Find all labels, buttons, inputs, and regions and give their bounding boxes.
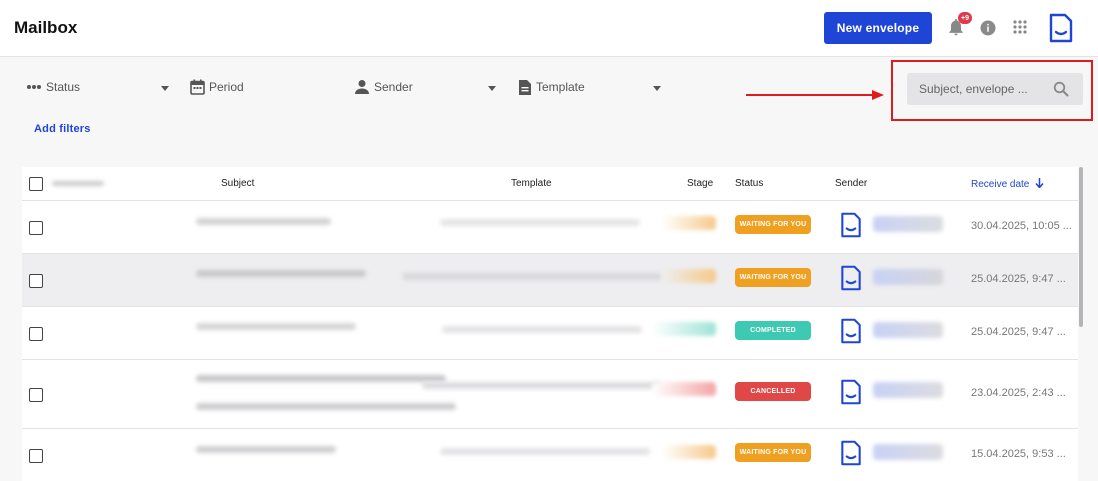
redacted-subject [196, 323, 356, 330]
redacted-template [440, 219, 640, 226]
column-subject[interactable]: Subject [221, 178, 254, 189]
stage-indicator [652, 322, 716, 336]
add-filters-link[interactable]: Add filters [34, 123, 91, 135]
row-checkbox[interactable] [29, 327, 43, 341]
sender-filter-label: Sender [374, 80, 413, 94]
table-row[interactable]: WAITING FOR YOU 15.04.2025, 9:53 ... [22, 429, 1078, 481]
redacted-sender [873, 322, 943, 338]
stage-indicator [652, 382, 716, 396]
document-logo-icon [841, 379, 861, 405]
redacted-subject [196, 270, 366, 277]
column-stage[interactable]: Stage [687, 178, 713, 189]
template-filter-label: Template [536, 80, 585, 94]
redacted-template [422, 382, 662, 389]
top-bar: Mailbox New envelope +9 [0, 0, 1098, 57]
table-row[interactable]: COMPLETED 25.04.2025, 9:47 ... [22, 307, 1078, 360]
sender-filter[interactable]: Sender [354, 77, 413, 97]
receive-date: 23.04.2025, 2:43 ... [971, 387, 1066, 399]
search-input[interactable] [919, 73, 1049, 105]
document-logo-icon[interactable] [1049, 13, 1073, 43]
row-checkbox[interactable] [29, 388, 43, 402]
row-checkbox[interactable] [29, 449, 43, 463]
table-row[interactable]: CANCELLED 23.04.2025, 2:43 ... [22, 360, 1078, 429]
column-template[interactable]: Template [511, 178, 552, 189]
row-checkbox[interactable] [29, 274, 43, 288]
table-row[interactable]: WAITING FOR YOU 25.04.2025, 9:47 ... [22, 254, 1078, 307]
stage-indicator [662, 216, 716, 230]
notification-badge: +9 [958, 12, 972, 24]
chevron-down-icon[interactable] [488, 86, 496, 91]
template-filter[interactable]: Template [518, 77, 585, 97]
redacted-template [442, 326, 642, 333]
file-icon [519, 79, 531, 95]
apps-grid-icon[interactable] [1012, 19, 1028, 35]
document-logo-icon [841, 440, 861, 466]
column-receive-date-label: Receive date [971, 179, 1030, 190]
status-badge: WAITING FOR YOU [735, 443, 811, 462]
column-receive-date[interactable]: Receive date [971, 178, 1044, 190]
status-filter[interactable]: Status [26, 77, 80, 97]
document-logo-icon [841, 265, 861, 291]
redacted-sender [873, 216, 943, 232]
table-scrollbar[interactable] [1079, 167, 1083, 327]
table-row[interactable]: WAITING FOR YOU 30.04.2025, 10:05 ... [22, 201, 1078, 254]
redacted-header [52, 181, 104, 186]
document-logo-icon [841, 212, 861, 238]
status-badge: COMPLETED [735, 321, 811, 340]
period-filter-label: Period [209, 80, 244, 94]
redacted-sender [873, 444, 943, 460]
table-header: Subject Template Stage Status Sender Rec… [22, 167, 1078, 201]
chevron-down-icon[interactable] [161, 86, 169, 91]
select-all-checkbox[interactable] [29, 177, 43, 191]
redacted-subject [196, 375, 446, 382]
status-badge: CANCELLED [735, 382, 811, 401]
redacted-sender [873, 269, 943, 285]
redacted-subject [196, 446, 336, 453]
redacted-subject [196, 403, 456, 410]
redacted-template [440, 448, 650, 455]
new-envelope-button[interactable]: New envelope [824, 12, 932, 44]
calendar-icon [190, 79, 205, 95]
period-filter[interactable]: Period [190, 77, 244, 97]
chevron-down-icon[interactable] [653, 86, 661, 91]
stage-indicator [662, 445, 716, 459]
column-status[interactable]: Status [735, 178, 763, 189]
page-title: Mailbox [14, 18, 78, 37]
dots-icon [27, 85, 41, 89]
search-icon[interactable] [1053, 81, 1069, 97]
stage-indicator [662, 269, 716, 283]
redacted-template [402, 273, 662, 280]
annotation-arrow [746, 90, 884, 100]
info-icon[interactable] [979, 19, 997, 37]
redacted-subject [196, 218, 331, 225]
document-logo-icon [841, 318, 861, 344]
receive-date: 15.04.2025, 9:53 ... [971, 448, 1066, 460]
row-checkbox[interactable] [29, 221, 43, 235]
sort-down-icon [1035, 178, 1044, 189]
envelopes-table: Subject Template Stage Status Sender Rec… [22, 167, 1078, 481]
receive-date: 25.04.2025, 9:47 ... [971, 326, 1066, 338]
redacted-sender [873, 382, 943, 398]
search-box[interactable] [907, 73, 1083, 105]
receive-date: 30.04.2025, 10:05 ... [971, 220, 1072, 232]
column-sender[interactable]: Sender [835, 178, 867, 189]
status-filter-label: Status [46, 80, 81, 94]
status-badge: WAITING FOR YOU [735, 215, 811, 234]
status-badge: WAITING FOR YOU [735, 268, 811, 287]
person-icon [355, 80, 369, 94]
receive-date: 25.04.2025, 9:47 ... [971, 273, 1066, 285]
